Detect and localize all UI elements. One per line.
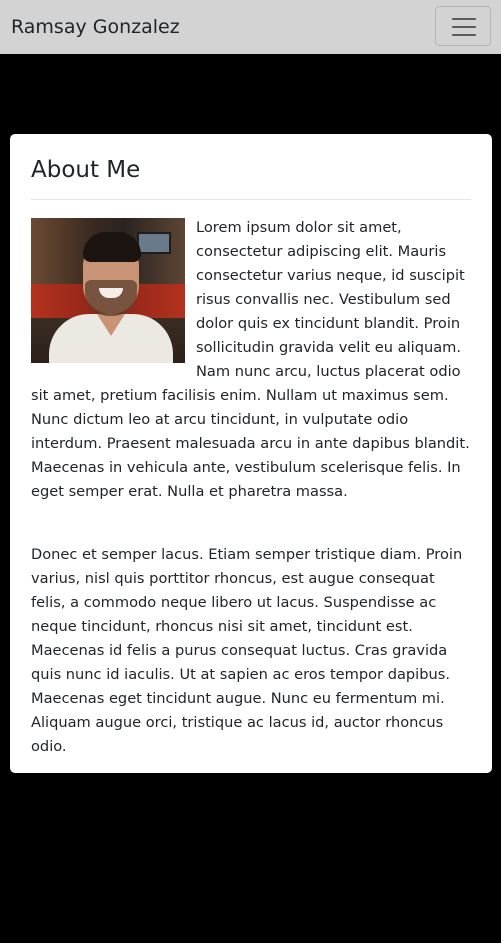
profile-photo <box>31 218 185 363</box>
about-paragraph-2: Donec et semper lacus. Etiam semper tris… <box>31 546 463 755</box>
navbar-toggle-button[interactable] <box>435 6 491 46</box>
title-divider <box>31 199 471 200</box>
brand-link[interactable]: Ramsay Gonzalez <box>11 14 180 40</box>
about-title: About Me <box>31 157 141 183</box>
navbar: Ramsay Gonzalez <box>0 0 501 54</box>
about-card: About Me Lorem ipsum dolor sit amet, con… <box>10 134 492 773</box>
